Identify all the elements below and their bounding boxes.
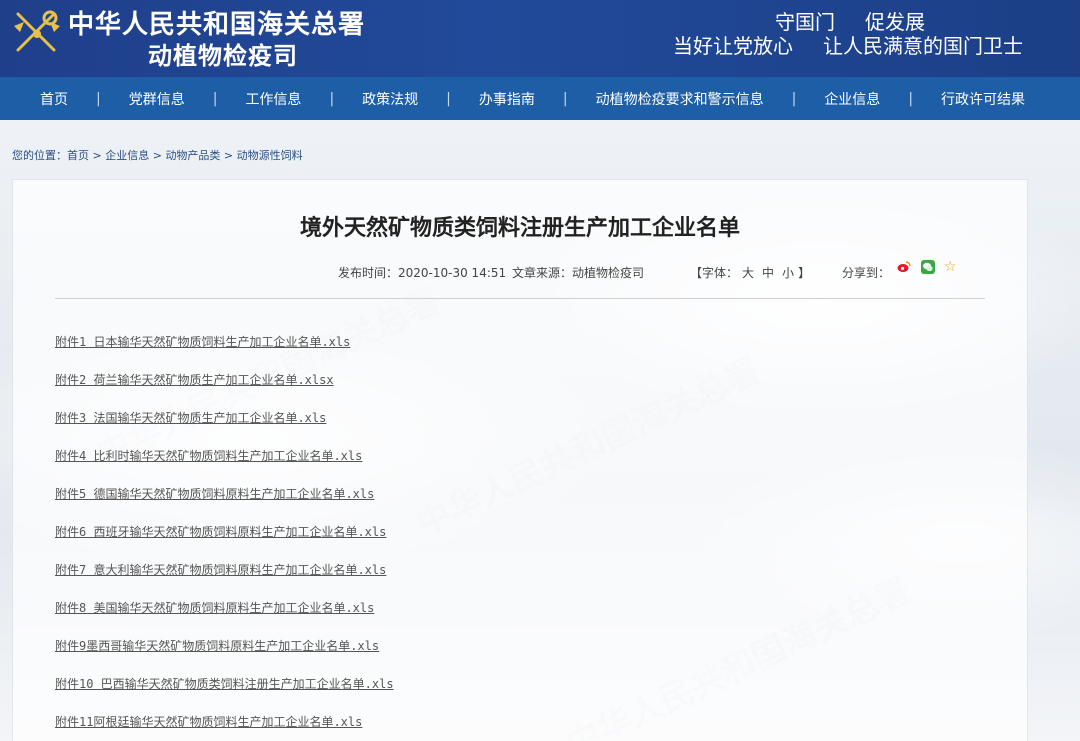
nav-separator: |: [446, 90, 451, 107]
nav-item-home[interactable]: 首页: [40, 89, 68, 109]
attachment-link-11[interactable]: 附件11阿根廷输华天然矿物质饲料生产加工企业名单.xls: [55, 713, 362, 730]
favorite-star-icon[interactable]: ☆: [944, 260, 958, 274]
breadcrumb-animal-products[interactable]: 动物产品类: [165, 149, 220, 162]
nav-item-policy[interactable]: 政策法规: [362, 89, 418, 109]
attachment-link-7[interactable]: 附件7 意大利输华天然矿物质饲料原料生产加工企业名单.xls: [55, 561, 386, 578]
breadcrumb-feed[interactable]: 动物源性饲料: [237, 149, 303, 162]
nav-separator: |: [329, 90, 335, 107]
title-divider: [55, 298, 985, 299]
article-title: 境外天然矿物质类饲料注册生产加工企业名单: [299, 216, 740, 241]
weibo-icon[interactable]: [897, 260, 911, 274]
attachment-link-5[interactable]: 附件5 德国输华天然矿物质饲料原料生产加工企业名单.xls: [55, 485, 374, 502]
nav-item-enterprise[interactable]: 企业信息: [824, 89, 880, 109]
breadcrumb: 您的位置：首页 > 企业信息 > 动物产品类 > 动物源性饲料: [12, 147, 303, 163]
breadcrumb-separator: >: [149, 149, 166, 162]
nav-item-quarantine[interactable]: 动植物检疫要求和警示信息: [596, 89, 764, 109]
nav-item-guide[interactable]: 办事指南: [479, 89, 535, 109]
attachment-link-1[interactable]: 附件1 日本输华天然矿物质饲料生产加工企业名单.xls: [55, 333, 350, 350]
font-size-control: 【字体：大中小】: [690, 264, 810, 281]
breadcrumb-enterprise[interactable]: 企业信息: [105, 149, 149, 162]
nav-separator: |: [562, 90, 568, 107]
font-label-open: 【字体：: [690, 266, 739, 280]
attachment-link-3[interactable]: 附件3 法国输华天然矿物质生产加工企业名单.xls: [55, 409, 326, 426]
site-header: 中华人民共和国海关总署 动植物检疫司 守国门 促发展 当好让党放心 让人民满意的国门…: [0, 0, 1080, 77]
slogan-line-2: 当好让党放心 让人民满意的国门卫士: [673, 30, 1023, 59]
main-nav: 首页 | 党群信息 | 工作信息 | 政策法规 | 办事指南 | 动植物检疫要求…: [0, 77, 1080, 120]
breadcrumb-separator: >: [220, 149, 237, 162]
attachment-link-4[interactable]: 附件4 比利时输华天然矿物质饲料生产加工企业名单.xls: [55, 447, 362, 464]
nav-item-party[interactable]: 党群信息: [129, 89, 185, 109]
slogan-2b: 让人民满意的国门卫士: [823, 34, 1023, 58]
breadcrumb-prefix: 您的位置：: [12, 149, 67, 162]
font-size-medium[interactable]: 中: [762, 266, 774, 280]
breadcrumb-separator: >: [89, 149, 106, 162]
slogan-2a: 当好让党放心: [673, 34, 793, 58]
nav-item-work[interactable]: 工作信息: [245, 89, 301, 109]
nav-item-license[interactable]: 行政许可结果: [941, 89, 1025, 109]
attachment-link-6[interactable]: 附件6 西班牙输华天然矿物质饲料原料生产加工企业名单.xls: [55, 523, 386, 540]
site-subtitle: 动植物检疫司: [148, 41, 298, 70]
nav-separator: |: [96, 90, 101, 107]
share-label: 分享到：: [842, 266, 891, 280]
attachment-link-2[interactable]: 附件2 荷兰输华天然矿物质生产加工企业名单.xlsx: [55, 371, 334, 388]
font-size-big[interactable]: 大: [742, 266, 754, 280]
attachment-link-8[interactable]: 附件8 美国输华天然矿物质饲料原料生产加工企业名单.xls: [55, 599, 374, 616]
nav-separator: |: [212, 90, 218, 107]
attachment-link-10[interactable]: 附件10 巴西输华天然矿物质类饲料注册生产加工企业名单.xls: [55, 675, 394, 692]
attachment-link-9[interactable]: 附件9墨西哥输华天然矿物质饲料原料生产加工企业名单.xls: [55, 637, 379, 654]
font-label-close: 】: [798, 266, 811, 280]
breadcrumb-home[interactable]: 首页: [67, 149, 89, 162]
publish-time: 发布时间：2020-10-30 14:51: [338, 266, 507, 280]
font-size-small[interactable]: 小: [782, 266, 794, 280]
nav-separator: |: [791, 90, 797, 107]
customs-emblem-icon[interactable]: [10, 4, 64, 58]
wechat-icon[interactable]: [921, 260, 935, 274]
nav-separator: |: [908, 90, 914, 107]
article-source: 文章来源：动植物检疫司: [512, 266, 645, 280]
